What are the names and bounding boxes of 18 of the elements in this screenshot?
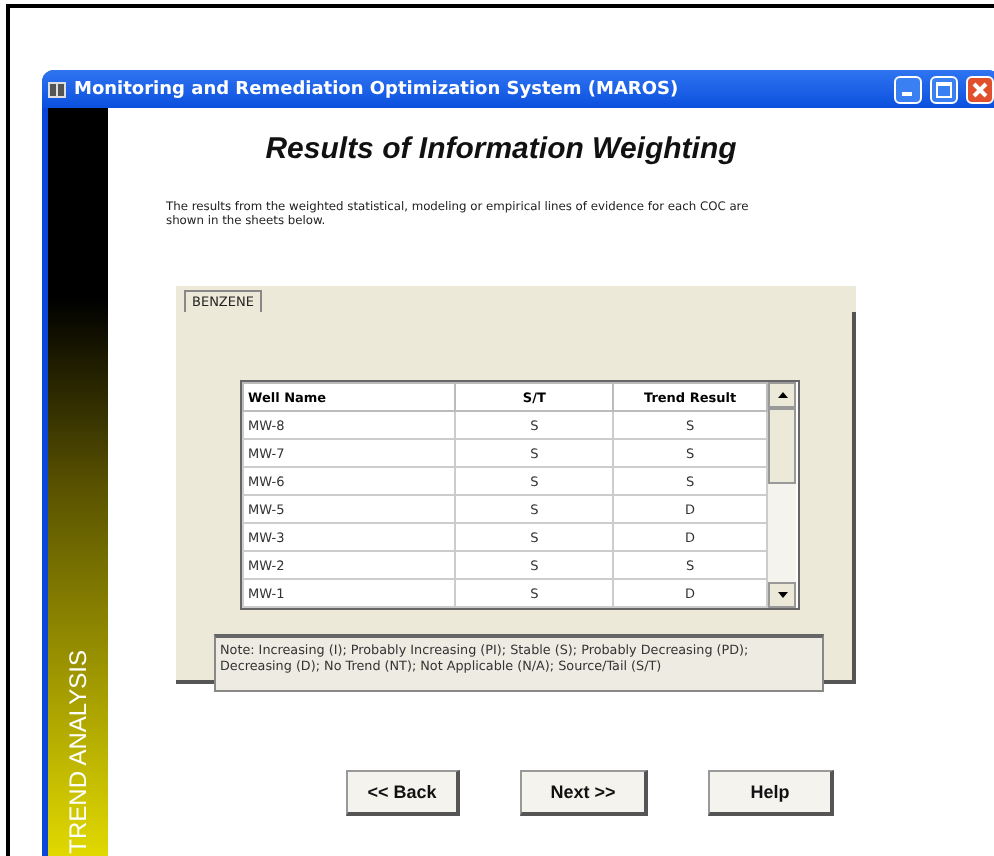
app-icon xyxy=(48,81,66,97)
maximize-button[interactable] xyxy=(930,75,958,103)
next-button[interactable]: Next >> xyxy=(520,770,648,817)
up-arrow-icon xyxy=(777,392,787,399)
page-heading: Results of Information Weighting xyxy=(263,132,739,166)
close-button[interactable] xyxy=(966,75,994,103)
close-icon xyxy=(972,81,988,97)
minimize-button[interactable] xyxy=(894,75,922,103)
window-title: Monitoring and Remediation Optimization System (MAROS) xyxy=(74,79,681,99)
help-button[interactable]: Help xyxy=(708,770,834,817)
down-arrow-icon xyxy=(777,592,787,599)
scroll-thumb[interactable] xyxy=(768,408,796,485)
maximize-icon xyxy=(936,81,952,97)
scroll-down-button[interactable] xyxy=(768,582,796,609)
sidebar-label: TREND ANALYSIS xyxy=(64,650,92,854)
back-button[interactable]: << Back xyxy=(346,770,460,817)
scroll-up-button[interactable] xyxy=(768,382,796,409)
scrollbar[interactable] xyxy=(768,382,796,609)
